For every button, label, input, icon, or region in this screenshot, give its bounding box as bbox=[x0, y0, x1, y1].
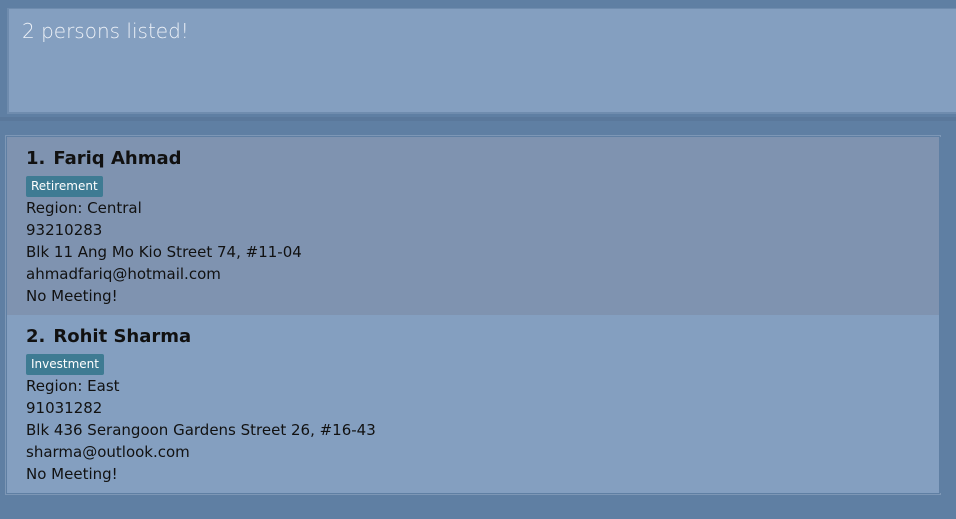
person-email: ahmadfariq@hotmail.com bbox=[26, 265, 221, 283]
person-phone: 93210283 bbox=[26, 221, 103, 239]
person-email: sharma@outlook.com bbox=[26, 443, 190, 461]
list-scroll-track[interactable] bbox=[940, 137, 956, 493]
person-meeting: No Meeting! bbox=[26, 465, 118, 483]
person-name: Fariq Ahmad bbox=[53, 148, 182, 169]
person-card[interactable]: 1. Fariq Ahmad Retirement Region: Central… bbox=[7, 137, 939, 315]
person-meeting: No Meeting! bbox=[26, 287, 118, 305]
person-index: 1. bbox=[26, 148, 46, 169]
person-region: Region: East bbox=[26, 377, 120, 395]
person-address: Blk 11 Ang Mo Kio Street 74, #11-04 bbox=[26, 243, 302, 261]
person-tag: Retirement bbox=[26, 176, 103, 197]
result-message: 2 persons listed! bbox=[22, 19, 189, 43]
person-name: Rohit Sharma bbox=[53, 326, 192, 347]
person-address: Blk 436 Serangoon Gardens Street 26, #16… bbox=[26, 421, 376, 439]
result-display[interactable]: 2 persons listed! bbox=[7, 8, 956, 114]
person-name-line: 1. Fariq Ahmad bbox=[26, 148, 939, 170]
person-tag: Investment bbox=[26, 354, 104, 375]
person-region: Region: Central bbox=[26, 199, 142, 217]
person-card[interactable]: 2. Rohit Sharma Investment Region: East 9… bbox=[7, 315, 939, 493]
person-index: 2. bbox=[26, 326, 46, 347]
person-phone: 91031282 bbox=[26, 399, 103, 417]
person-name-line: 2. Rohit Sharma bbox=[26, 326, 939, 348]
